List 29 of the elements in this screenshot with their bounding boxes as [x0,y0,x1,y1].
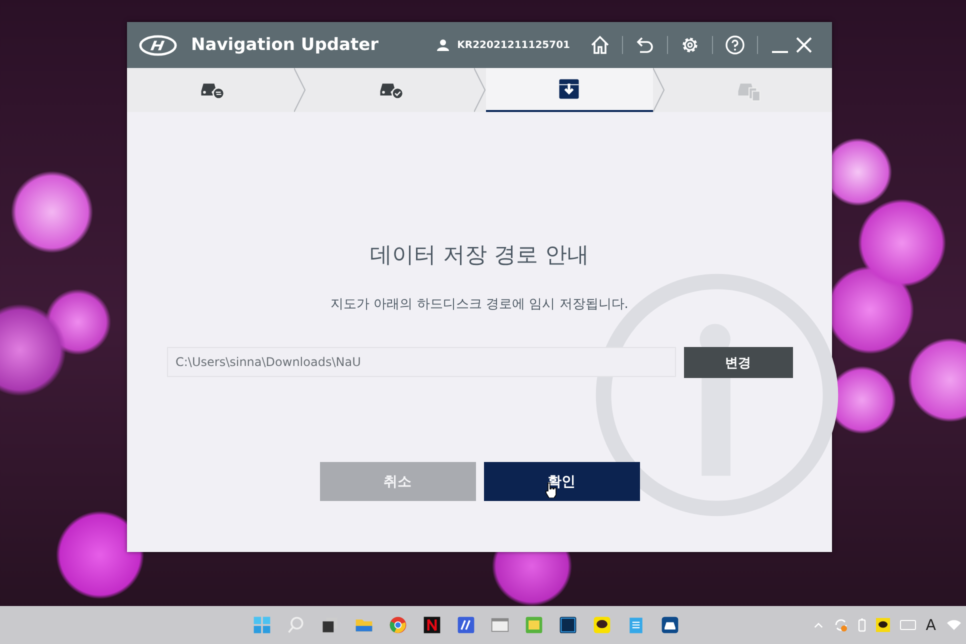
step-tab[interactable] [486,68,653,112]
input-indicator[interactable]: A [926,616,936,634]
car-app-icon[interactable] [660,615,680,635]
start-icon[interactable] [252,615,272,635]
browser-icon[interactable] [388,615,408,635]
close-icon[interactable] [794,35,814,55]
home-icon[interactable] [590,35,610,55]
back-icon[interactable] [635,35,655,55]
user-icon [437,39,450,51]
tile-app-icon[interactable] [524,615,544,635]
path-field[interactable]: C:\Users\sinna\Downloads\NaU [166,347,676,377]
photo-app-icon[interactable] [558,615,578,635]
dialog-message: 지도가 아래의 하드디스크 경로에 임시 저장됩니다. [330,296,628,313]
help-icon[interactable] [725,35,745,55]
chevron-separator [474,68,486,112]
settings-icon[interactable] [680,35,700,55]
window-title: Navigation Updater [191,35,379,55]
chat-bubble-icon[interactable] [876,618,890,632]
change-button[interactable]: 변경 [684,347,792,378]
logo-icon [139,34,177,56]
confirm-button[interactable]: 확인 [484,462,640,501]
slash-app-icon[interactable] [456,615,476,635]
window-app-icon[interactable] [490,615,510,635]
chevron-separator [652,68,665,112]
user-id: KR22021211125701 [457,40,570,50]
chat-app-icon[interactable] [592,615,612,635]
video-app-icon[interactable] [422,615,442,635]
dialog-title: 데이터 저장 경로 안내 [370,242,589,270]
chevron-separator [294,68,306,112]
